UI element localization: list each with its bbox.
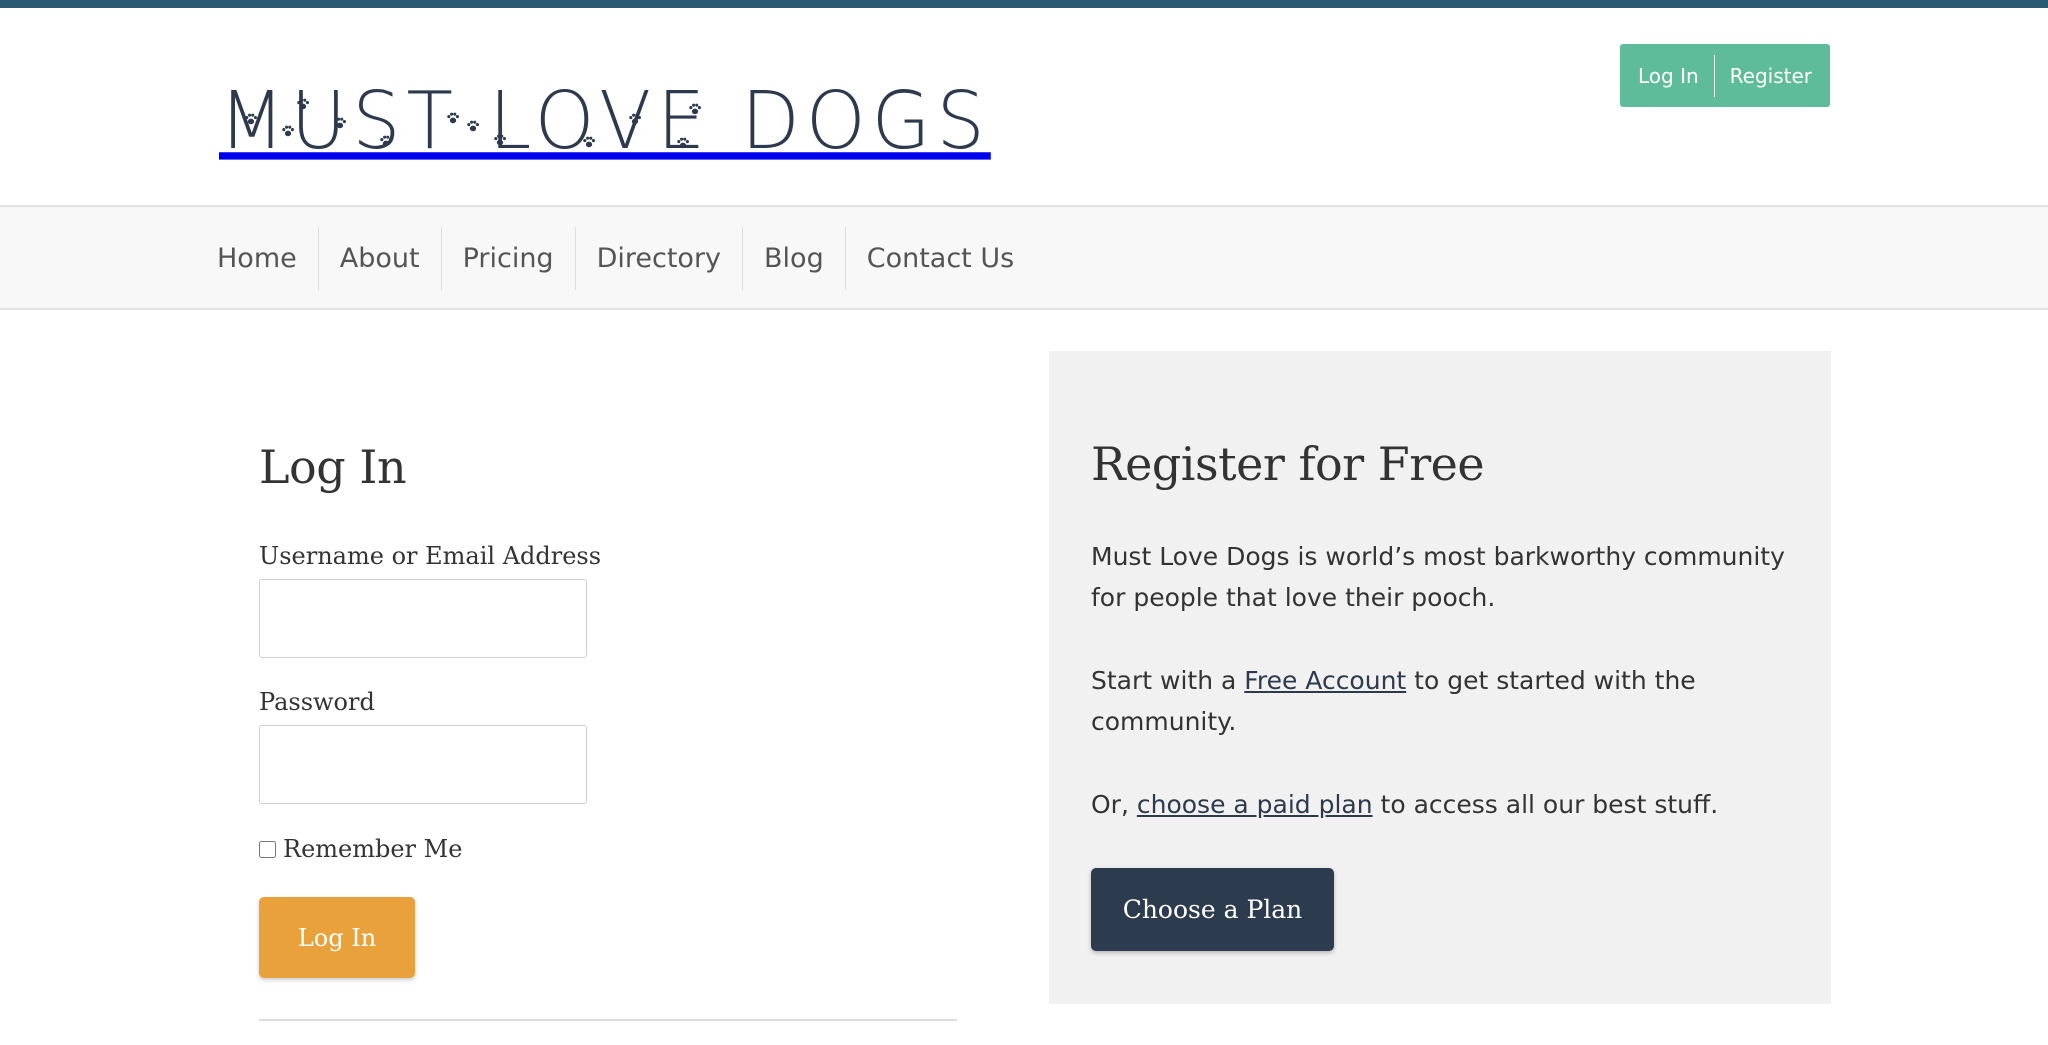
username-label: Username or Email Address xyxy=(259,542,602,570)
paw-print-icon xyxy=(582,135,596,149)
password-input[interactable] xyxy=(259,725,587,804)
top-accent-strip xyxy=(0,0,2048,8)
paw-print-icon xyxy=(688,102,702,116)
header-register-link[interactable]: Register xyxy=(1715,64,1827,88)
nav-item-about[interactable]: About xyxy=(317,227,441,290)
header-login-link[interactable]: Log In xyxy=(1623,64,1714,88)
site-header: MUST LOVE DOGS Log In Register xyxy=(0,8,2048,205)
register-title: Register for Free xyxy=(1091,437,1485,491)
nav-item-directory[interactable]: Directory xyxy=(574,227,742,290)
login-title: Log In xyxy=(259,440,407,494)
password-label: Password xyxy=(259,688,375,716)
remember-me-row: Remember Me xyxy=(259,835,462,863)
choose-plan-button[interactable]: Choose a Plan xyxy=(1091,868,1334,951)
login-divider xyxy=(259,1019,957,1021)
username-input[interactable] xyxy=(259,579,587,658)
account-links: Log In Register xyxy=(1620,44,1830,107)
register-panel: Register for Free Must Love Dogs is worl… xyxy=(1049,351,1831,1004)
nav-menu: Home About Pricing Directory Blog Contac… xyxy=(196,227,1035,290)
paw-print-icon xyxy=(379,134,393,148)
or-suffix: to access all our best stuff. xyxy=(1372,790,1719,819)
paw-print-icon xyxy=(333,116,347,130)
paw-print-icon xyxy=(493,133,507,147)
free-account-link[interactable]: Free Account xyxy=(1244,666,1406,695)
register-paid-text: Or, choose a paid plan to access all our… xyxy=(1091,784,1791,825)
or-prefix: Or, xyxy=(1091,790,1137,819)
paw-print-icon xyxy=(281,124,295,138)
remember-me-checkbox[interactable] xyxy=(259,840,276,858)
nav-item-pricing[interactable]: Pricing xyxy=(440,227,575,290)
nav-item-blog[interactable]: Blog xyxy=(742,227,845,290)
paw-print-icon xyxy=(446,111,460,125)
register-intro: Must Love Dogs is world’s most barkworth… xyxy=(1091,542,1785,612)
paw-print-icon xyxy=(244,112,258,126)
main-nav: Home About Pricing Directory Blog Contac… xyxy=(0,205,2048,310)
paw-print-icon xyxy=(676,136,690,150)
login-submit-button[interactable]: Log In xyxy=(259,897,415,978)
register-start-text: Start with a Free Account to get started… xyxy=(1091,660,1791,742)
paw-print-icon xyxy=(296,97,310,111)
start-prefix: Start with a xyxy=(1091,666,1245,695)
paw-print-icon xyxy=(466,119,480,133)
account-separator xyxy=(1713,54,1715,97)
nav-item-contact-us[interactable]: Contact Us xyxy=(844,227,1035,290)
remember-me-label: Remember Me xyxy=(283,835,463,863)
nav-item-home[interactable]: Home xyxy=(196,227,318,290)
paid-plan-link[interactable]: choose a paid plan xyxy=(1137,790,1373,819)
paw-print-icon xyxy=(628,112,642,126)
